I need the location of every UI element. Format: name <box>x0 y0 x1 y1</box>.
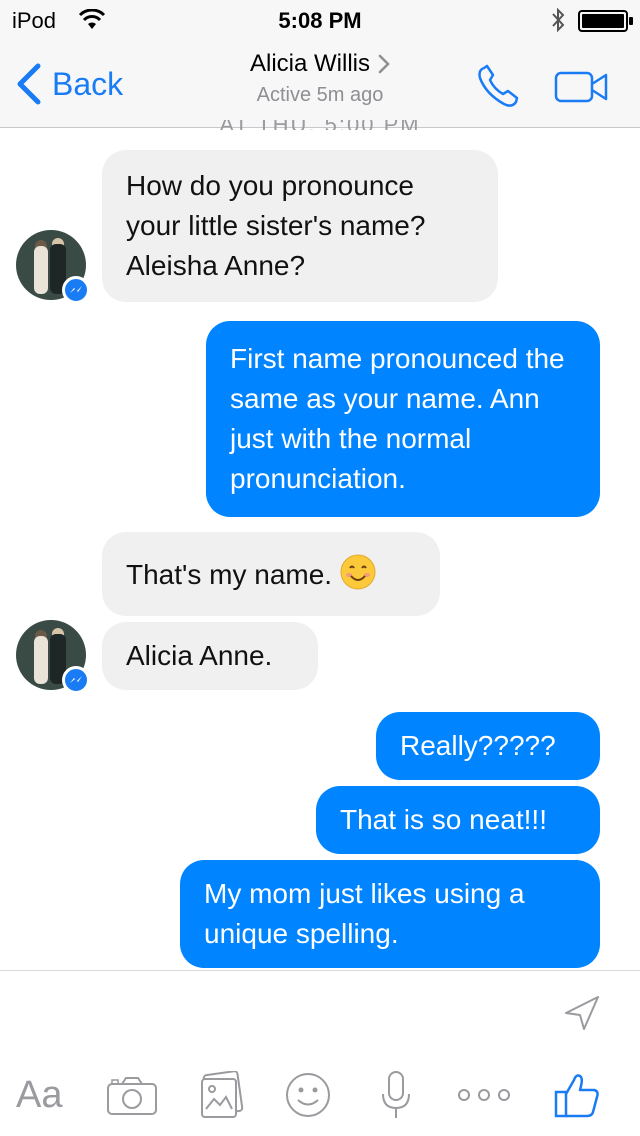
message-text: First name pronounced the same as your n… <box>230 343 565 494</box>
incoming-message[interactable]: That's my name. <box>102 532 440 616</box>
incoming-message[interactable]: Alicia Anne. <box>102 622 318 690</box>
composer-toolbar: Aa <box>0 1067 640 1127</box>
camera-button[interactable] <box>106 1067 158 1123</box>
photo-gallery-button[interactable] <box>198 1067 244 1123</box>
like-button[interactable] <box>554 1067 600 1123</box>
photo-icon <box>201 1071 244 1118</box>
sticker-button[interactable] <box>284 1067 332 1123</box>
send-arrow-icon <box>565 996 599 1030</box>
battery-icon <box>578 10 634 37</box>
text-input-button[interactable]: Aa <box>16 1067 62 1123</box>
chevron-right-icon <box>378 54 390 74</box>
outgoing-message[interactable]: That is so neat!!! <box>316 786 600 854</box>
message-text: My mom just likes using a unique spellin… <box>204 878 525 949</box>
send-button[interactable] <box>562 993 602 1038</box>
clock: 5:08 PM <box>278 8 362 33</box>
date-separator: AT THU, 5:00 PM <box>0 120 640 130</box>
bluetooth-icon <box>550 7 566 38</box>
message-text: Really????? <box>400 730 556 761</box>
smiling-face-emoji-icon <box>340 554 376 590</box>
message-text: That is so neat!!! <box>340 804 547 835</box>
phone-call-button[interactable] <box>474 62 522 115</box>
incoming-message[interactable]: How do you pronounce your little sister'… <box>102 150 498 302</box>
microphone-icon <box>382 1071 410 1118</box>
contact-status: Active 5m ago <box>256 84 384 106</box>
contact-header[interactable]: Alicia Willis Active 5m ago <box>0 50 640 107</box>
message-text: That's my name. <box>126 559 333 590</box>
message-text: How do you pronounce your little sister'… <box>126 170 426 281</box>
video-call-button[interactable] <box>554 70 610 109</box>
smiley-icon <box>286 1073 330 1117</box>
more-dots-icon <box>458 1089 510 1101</box>
navigation-bar: Back Alicia Willis Active 5m ago <box>0 40 640 128</box>
video-camera-icon <box>554 71 608 103</box>
outgoing-message[interactable]: First name pronounced the same as your n… <box>206 321 600 517</box>
more-button[interactable] <box>456 1067 512 1123</box>
phone-icon <box>478 64 519 107</box>
outgoing-message[interactable]: My mom just likes using a unique spellin… <box>180 860 600 968</box>
message-text: Alicia Anne. <box>126 640 273 671</box>
outgoing-message[interactable]: Really????? <box>376 712 600 780</box>
messenger-badge-icon <box>62 276 90 304</box>
status-bar: iPod 5:08 PM <box>0 0 640 40</box>
messenger-badge-icon <box>62 666 90 694</box>
composer: Aa <box>0 970 640 1136</box>
contact-name: Alicia Willis <box>250 50 370 77</box>
thumbs-up-icon <box>554 1074 599 1118</box>
camera-icon <box>107 1077 157 1115</box>
voice-message-button[interactable] <box>380 1067 412 1123</box>
